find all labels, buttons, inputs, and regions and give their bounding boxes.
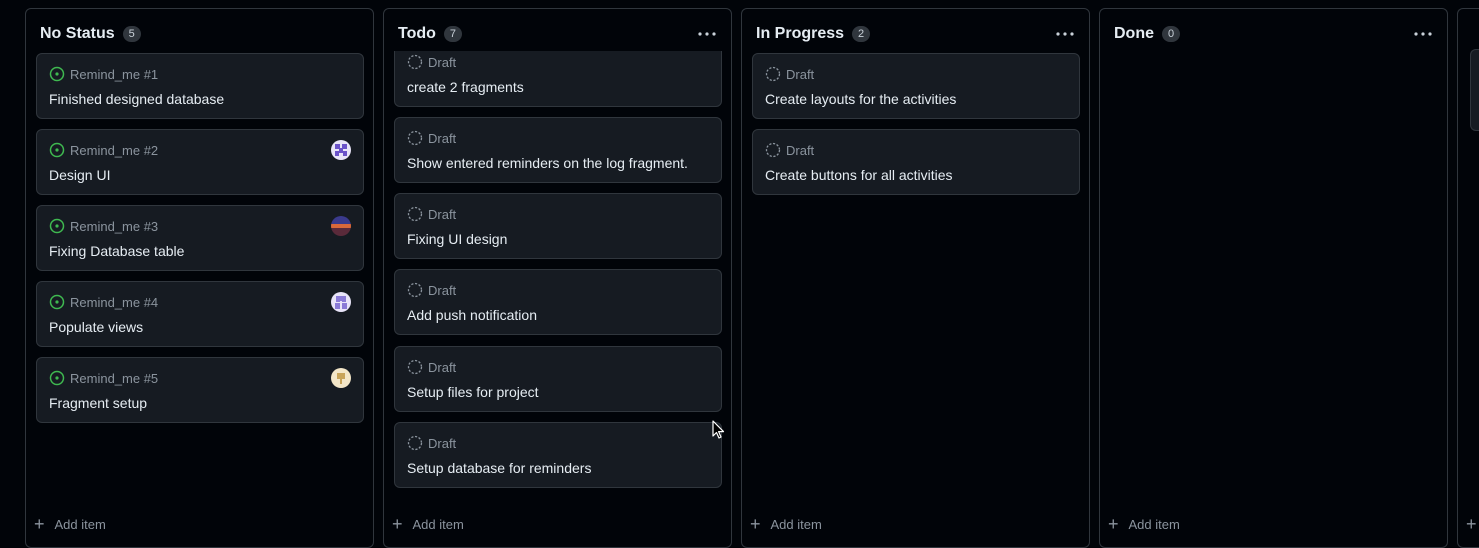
issue-reference: Remind_me #2: [70, 142, 159, 158]
draft-icon: [407, 282, 423, 298]
add-item-button[interactable]: + Add item: [34, 515, 106, 533]
card-title[interactable]: Populate views: [49, 319, 143, 335]
column-title: Todo: [398, 25, 436, 42]
draft-label: Draft: [786, 66, 815, 82]
assignee-avatar[interactable]: [331, 292, 351, 312]
card-title[interactable]: Setup database for reminders: [407, 460, 591, 476]
open-issue-icon: [49, 294, 65, 310]
draft-icon: [407, 206, 423, 222]
draft-card[interactable]: Draft Create buttons for all activities: [752, 129, 1080, 195]
draft-card[interactable]: Draft Setup files for project: [394, 346, 722, 412]
column-todo: Todo 7 Draft create 2 fragments Draft Sh…: [383, 8, 732, 548]
add-item-button[interactable]: + Add item: [392, 515, 464, 533]
assignee-avatar[interactable]: [331, 140, 351, 160]
column-header: Done 0: [1114, 23, 1437, 45]
draft-icon: [407, 54, 423, 70]
card-title[interactable]: create 2 fragments: [407, 79, 524, 95]
column-title: In Progress: [756, 25, 845, 42]
card-title[interactable]: Finished designed database: [49, 91, 224, 107]
draft-card[interactable]: Draft Setup database for reminders: [394, 422, 722, 488]
kebab-horizontal-icon: [698, 32, 716, 36]
card-title[interactable]: Fixing UI design: [407, 231, 507, 247]
card-title[interactable]: Design UI: [49, 167, 110, 183]
draft-card[interactable]: Draft Create layouts for the activities: [752, 53, 1080, 119]
issue-card[interactable]: Remind_me #2 Design UI: [36, 129, 364, 195]
draft-card[interactable]: Draft create 2 fragments: [394, 51, 722, 107]
draft-label: Draft: [428, 54, 457, 70]
issue-card[interactable]: Remind_me #5 Fragment setup: [36, 357, 364, 423]
issue-reference: Remind_me #1: [70, 66, 159, 82]
add-item-label: Add item: [770, 516, 822, 532]
draft-icon: [765, 142, 781, 158]
draft-icon: [765, 66, 781, 82]
add-item-label: Add item: [1128, 516, 1180, 532]
open-issue-icon: [49, 370, 65, 386]
column-header: No Status 5: [40, 23, 363, 45]
draft-label: Draft: [786, 142, 815, 158]
kebab-horizontal-icon: [1056, 32, 1074, 36]
draft-icon: [407, 359, 423, 375]
column-header: Todo 7: [398, 23, 721, 45]
column-count-badge: 2: [852, 26, 871, 42]
card-edge: [1470, 49, 1479, 131]
mouse-cursor-icon: [712, 420, 725, 439]
draft-label: Draft: [428, 282, 457, 298]
card-title[interactable]: Add push notification: [407, 307, 537, 323]
column-count-badge: 7: [443, 26, 462, 42]
issue-card[interactable]: Remind_me #3 Fixing Database table: [36, 205, 364, 271]
issue-reference: Remind_me #4: [70, 294, 159, 310]
card-title[interactable]: Fixing Database table: [49, 243, 184, 259]
issue-reference: Remind_me #5: [70, 370, 159, 386]
plus-icon: +: [1466, 514, 1477, 534]
column-title: Done: [1114, 25, 1154, 42]
issue-card[interactable]: Remind_me #1 Finished designed database: [36, 53, 364, 119]
column-menu-button[interactable]: [697, 25, 717, 43]
open-issue-icon: [49, 218, 65, 234]
issue-reference: Remind_me #3: [70, 218, 159, 234]
card-list[interactable]: Draft create 2 fragments Draft Show ente…: [384, 51, 731, 499]
column-no-status: No Status 5 Remind_me #1 Finished design…: [25, 8, 374, 548]
card-title[interactable]: Show entered reminders on the log fragme…: [407, 155, 688, 171]
open-issue-icon: [49, 66, 65, 82]
column-menu-button[interactable]: [1055, 25, 1075, 43]
project-board: No Status 5 Remind_me #1 Finished design…: [0, 0, 1479, 548]
plus-icon: +: [750, 514, 761, 534]
assignee-avatar[interactable]: [331, 368, 351, 388]
column-done: Done 0 + Add item: [1099, 8, 1448, 548]
draft-icon: [407, 435, 423, 451]
kebab-horizontal-icon: [1414, 32, 1432, 36]
column-count-badge: 0: [1162, 26, 1180, 42]
add-item-button[interactable]: + Add item: [1108, 515, 1180, 533]
column-title: No Status: [40, 25, 115, 42]
column-count-badge: 5: [122, 26, 141, 42]
column-header: In Progress 2: [756, 23, 1079, 45]
card-title[interactable]: Create layouts for the activities: [765, 91, 956, 107]
card-title[interactable]: Fragment setup: [49, 395, 147, 411]
column-menu-button[interactable]: [1413, 25, 1433, 43]
add-item-label: Add item: [54, 516, 106, 532]
plus-icon: +: [1108, 514, 1119, 534]
add-item-label: Add item: [412, 516, 464, 532]
draft-label: Draft: [428, 130, 457, 146]
card-title[interactable]: Create buttons for all activities: [765, 167, 953, 183]
draft-label: Draft: [428, 435, 457, 451]
plus-icon: +: [392, 514, 403, 534]
add-item-button[interactable]: +: [1466, 515, 1479, 533]
assignee-avatar[interactable]: [331, 216, 351, 236]
column-partial-next: +: [1457, 8, 1479, 548]
open-issue-icon: [49, 142, 65, 158]
plus-icon: +: [34, 514, 45, 534]
card-title[interactable]: Setup files for project: [407, 384, 539, 400]
draft-label: Draft: [428, 206, 457, 222]
draft-icon: [407, 130, 423, 146]
draft-card[interactable]: Draft Fixing UI design: [394, 193, 722, 259]
draft-label: Draft: [428, 359, 457, 375]
draft-card[interactable]: Draft Add push notification: [394, 269, 722, 335]
draft-card[interactable]: Draft Show entered reminders on the log …: [394, 117, 722, 183]
issue-card[interactable]: Remind_me #4 Populate views: [36, 281, 364, 347]
add-item-button[interactable]: + Add item: [750, 515, 822, 533]
column-in-progress: In Progress 2 Draft Create layouts for t…: [741, 8, 1090, 548]
